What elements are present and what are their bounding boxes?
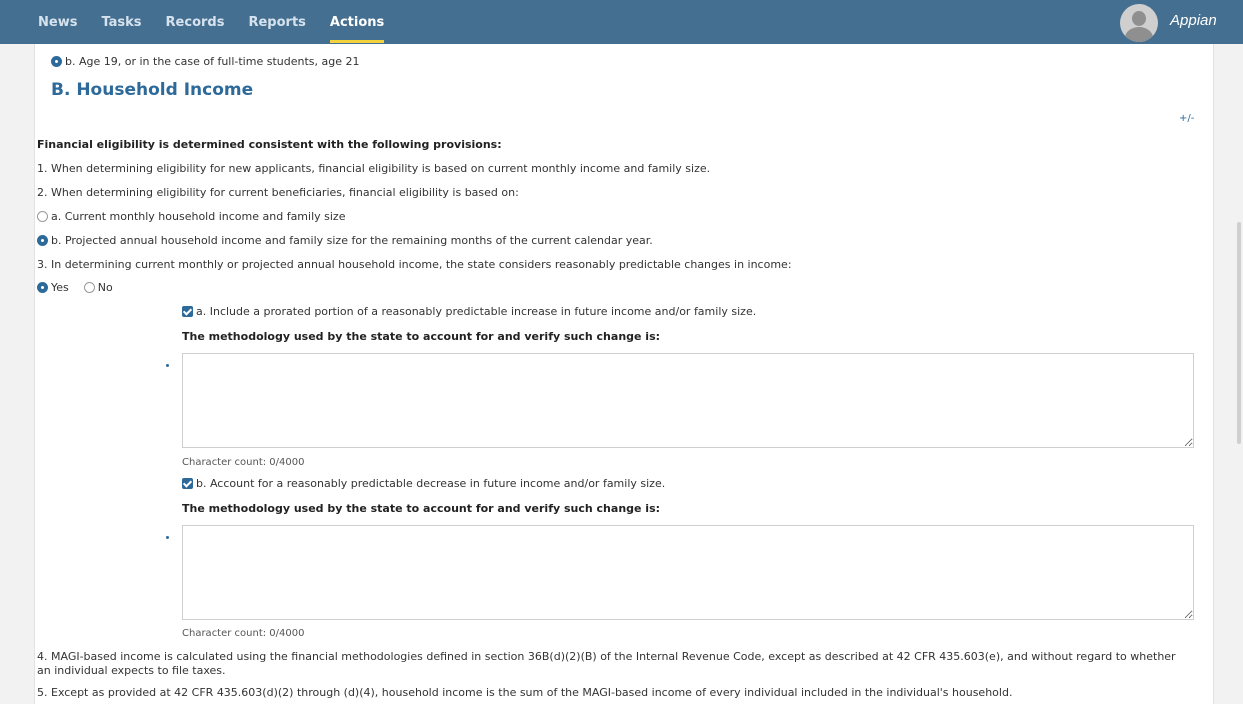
nav-tab-actions[interactable]: Actions: [329, 0, 385, 44]
item-2-option-a[interactable]: a. Current monthly household income and …: [37, 210, 345, 223]
item-2-option-b[interactable]: b. Projected annual household income and…: [37, 234, 653, 247]
nav-tab-tasks[interactable]: Tasks: [101, 0, 141, 44]
main-nav: News Tasks Records Reports Actions: [38, 0, 408, 44]
methodology-textarea-1[interactable]: [182, 353, 1194, 448]
item-3-text: 3. In determining current monthly or pro…: [37, 258, 792, 271]
item-2-option-a-label: a. Current monthly household income and …: [51, 210, 346, 223]
avatar-head-icon: [1132, 11, 1146, 26]
methodology-label-1: The methodology used by the state to acc…: [182, 330, 661, 343]
required-indicator-2: [166, 536, 169, 539]
no-radio[interactable]: [83, 282, 95, 293]
intro-text: Financial eligibility is determined cons…: [37, 138, 502, 151]
item-5-text: 5. Except as provided at 42 CFR 435.603(…: [37, 686, 1013, 699]
item-1-text: 1. When determining eligibility for new …: [37, 162, 711, 175]
top-navigation-bar: News Tasks Records Reports Actions Appia…: [0, 0, 1243, 44]
item-2-option-b-label: b. Projected annual household income and…: [51, 234, 653, 247]
character-count-1: Character count: 0/4000: [182, 457, 305, 468]
yes-radio[interactable]: [37, 282, 48, 293]
prev-option-label: b. Age 19, or in the case of full-time s…: [65, 55, 360, 68]
yes-label: Yes: [51, 281, 69, 294]
item-2-option-b-radio[interactable]: [37, 235, 48, 246]
nav-tab-records[interactable]: Records: [166, 0, 225, 44]
check-a-label: a. Include a prorated portion of a reaso…: [196, 305, 757, 318]
item-2-text: 2. When determining eligibility for curr…: [37, 186, 519, 199]
check-b-checkbox[interactable]: [182, 478, 193, 489]
item-2-option-a-radio[interactable]: [37, 211, 48, 222]
check-a-checkbox[interactable]: [182, 306, 193, 317]
prev-option-radio[interactable]: [51, 56, 62, 67]
methodology-label-2: The methodology used by the state to acc…: [182, 502, 661, 515]
appian-logo: Appian: [1170, 12, 1217, 29]
item-4-text: 4. MAGI-based income is calculated using…: [37, 650, 1176, 677]
required-indicator-1: [166, 364, 169, 367]
item-3-yes-no-group: Yes No: [37, 281, 113, 294]
check-b-label: b. Account for a reasonably predictable …: [196, 477, 666, 490]
page-scrollbar[interactable]: [1237, 222, 1241, 444]
methodology-textarea-2[interactable]: [182, 525, 1194, 620]
avatar-shoulders-icon: [1125, 27, 1153, 42]
no-label: No: [97, 281, 113, 294]
nav-tab-reports[interactable]: Reports: [248, 0, 305, 44]
section-toggle-link[interactable]: +/-: [1179, 113, 1194, 124]
check-a-row[interactable]: a. Include a prorated portion of a reaso…: [182, 305, 756, 318]
nav-tab-news[interactable]: News: [38, 0, 77, 44]
prev-option-row[interactable]: b. Age 19, or in the case of full-time s…: [51, 55, 359, 68]
user-avatar[interactable]: [1120, 4, 1158, 42]
character-count-2: Character count: 0/4000: [182, 628, 305, 639]
check-b-row[interactable]: b. Account for a reasonably predictable …: [182, 477, 665, 490]
section-title: B. Household Income: [51, 80, 254, 100]
